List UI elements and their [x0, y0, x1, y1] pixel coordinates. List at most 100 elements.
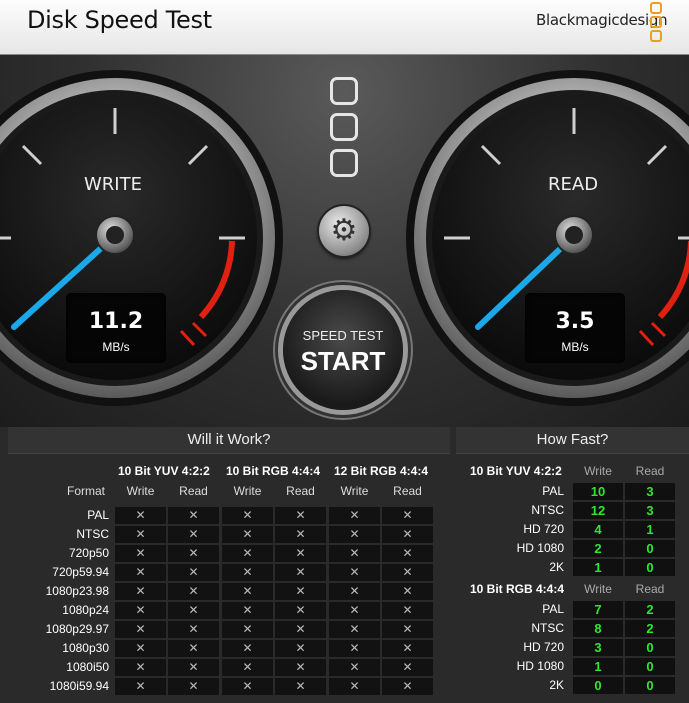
- fail-mark-icon: ✕: [275, 659, 326, 676]
- write-fps-value: 8: [573, 620, 623, 637]
- read-fps-value: 3: [625, 483, 675, 500]
- write-readout: 11.2 MB/s: [66, 293, 166, 363]
- fail-mark-icon: ✕: [275, 678, 326, 695]
- fail-mark-icon: ✕: [382, 526, 433, 543]
- fail-mark-icon: ✕: [222, 545, 273, 562]
- read-fps-value: 1: [625, 521, 675, 538]
- read-label: READ: [548, 174, 599, 195]
- fail-mark-icon: ✕: [168, 659, 219, 676]
- fail-mark-icon: ✕: [382, 507, 433, 524]
- fail-mark-icon: ✕: [222, 602, 273, 619]
- fail-mark-icon: ✕: [222, 526, 273, 543]
- write-label: WRITE: [84, 174, 142, 195]
- format-label: PAL: [87, 508, 109, 522]
- start-button-label: START: [300, 346, 386, 376]
- gear-icon: ⚙: [330, 214, 358, 247]
- fail-mark-icon: ✕: [168, 507, 219, 524]
- fail-mark-icon: ✕: [329, 640, 380, 657]
- format-label: NTSC: [76, 527, 109, 541]
- fail-mark-icon: ✕: [222, 621, 273, 638]
- fail-mark-icon: ✕: [329, 545, 380, 562]
- how-fast-format-label: NTSC: [531, 503, 564, 517]
- fail-mark-icon: ✕: [115, 507, 166, 524]
- format-label: 1080i50: [66, 660, 109, 674]
- how-fast-format-label: PAL: [542, 602, 564, 616]
- fail-mark-icon: ✕: [115, 640, 166, 657]
- fail-mark-icon: ✕: [329, 678, 380, 695]
- title-bar: Disk Speed Test Blackmagicdesign: [0, 0, 689, 55]
- read-fps-value: 0: [625, 559, 675, 576]
- format-label: 1080p29.97: [45, 622, 109, 636]
- write-fps-value: 1: [573, 658, 623, 675]
- start-button-caption: SPEED TEST: [302, 328, 384, 343]
- write-fps-value: 12: [573, 502, 623, 519]
- fail-mark-icon: ✕: [329, 621, 380, 638]
- write-header: Write: [126, 484, 155, 498]
- read-fps-value: 0: [625, 677, 675, 694]
- app-title: Disk Speed Test: [27, 6, 212, 34]
- fail-mark-icon: ✕: [382, 678, 433, 695]
- fail-mark-icon: ✕: [168, 583, 219, 600]
- fail-mark-icon: ✕: [168, 640, 219, 657]
- fail-mark-icon: ✕: [222, 640, 273, 657]
- fail-mark-icon: ✕: [329, 659, 380, 676]
- brand-name: Blackmagicdesign: [536, 11, 668, 29]
- fail-mark-icon: ✕: [168, 545, 219, 562]
- write-header: Write: [340, 484, 369, 498]
- read-fps-value: 0: [625, 540, 675, 557]
- read-header: Read: [635, 464, 665, 478]
- format-label: 1080p23.98: [45, 584, 109, 598]
- fail-mark-icon: ✕: [275, 583, 326, 600]
- read-fps-value: 2: [625, 620, 675, 637]
- fail-mark-icon: ✕: [382, 659, 433, 676]
- fail-mark-icon: ✕: [382, 545, 433, 562]
- fail-mark-icon: ✕: [115, 545, 166, 562]
- write-fps-value: 2: [573, 540, 623, 557]
- fail-mark-icon: ✕: [115, 602, 166, 619]
- fail-mark-icon: ✕: [222, 583, 273, 600]
- blackmagic-center-logo-icon: [330, 77, 360, 185]
- fail-mark-icon: ✕: [275, 640, 326, 657]
- fail-mark-icon: ✕: [115, 659, 166, 676]
- read-header: Read: [635, 582, 665, 596]
- read-fps-value: 0: [625, 639, 675, 656]
- results-area: Will it Work? How Fast? 10 Bit YUV 4:2:2…: [0, 427, 689, 703]
- fail-mark-icon: ✕: [382, 640, 433, 657]
- blackmagic-logo-icon: [650, 2, 664, 46]
- fail-mark-icon: ✕: [222, 678, 273, 695]
- format-header: Format: [67, 484, 106, 498]
- how-fast-group-header: 10 Bit RGB 4:4:4: [470, 582, 565, 596]
- start-button[interactable]: SPEED TEST START: [283, 290, 403, 410]
- how-fast-format-label: 2K: [549, 560, 564, 574]
- how-fast-format-label: 2K: [549, 678, 564, 692]
- write-value: 11.2: [88, 309, 144, 334]
- group-header: 10 Bit YUV 4:2:2: [118, 464, 210, 478]
- write-fps-value: 4: [573, 521, 623, 538]
- write-fps-value: 3: [573, 639, 623, 656]
- format-label: 720p50: [68, 546, 109, 560]
- fail-mark-icon: ✕: [382, 602, 433, 619]
- group-header: 12 Bit RGB 4:4:4: [334, 464, 429, 478]
- format-label: 720p59.94: [52, 565, 109, 579]
- fail-mark-icon: ✕: [329, 526, 380, 543]
- fail-mark-icon: ✕: [382, 564, 433, 581]
- fail-mark-icon: ✕: [222, 564, 273, 581]
- fail-mark-icon: ✕: [382, 621, 433, 638]
- write-fps-value: 7: [573, 601, 623, 618]
- read-value: 3.5: [555, 309, 595, 334]
- write-fps-value: 10: [573, 483, 623, 500]
- how-fast-group-header: 10 Bit YUV 4:2:2: [470, 464, 562, 478]
- fail-mark-icon: ✕: [168, 678, 219, 695]
- fail-mark-icon: ✕: [115, 583, 166, 600]
- write-header: Write: [584, 582, 612, 596]
- fail-mark-icon: ✕: [275, 526, 326, 543]
- read-header: Read: [393, 484, 422, 498]
- fail-mark-icon: ✕: [168, 621, 219, 638]
- write-fps-value: 0: [573, 677, 623, 694]
- fail-mark-icon: ✕: [329, 602, 380, 619]
- fail-mark-icon: ✕: [115, 526, 166, 543]
- fail-mark-icon: ✕: [275, 602, 326, 619]
- read-unit: MB/s: [561, 340, 589, 354]
- fail-mark-icon: ✕: [115, 621, 166, 638]
- settings-button[interactable]: ⚙: [319, 206, 369, 256]
